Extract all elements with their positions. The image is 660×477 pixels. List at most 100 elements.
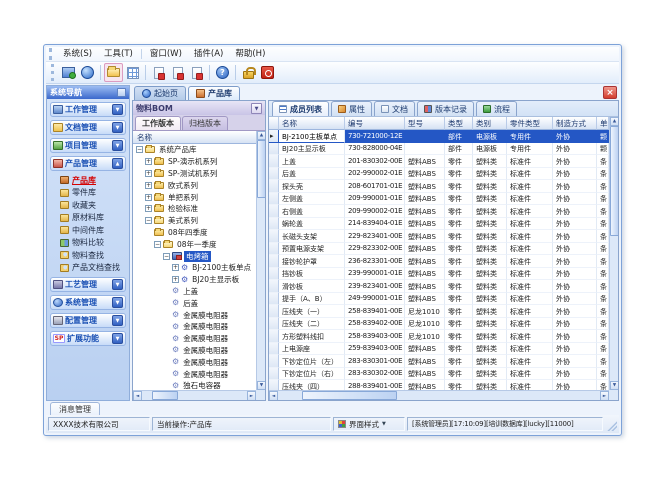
- table-row[interactable]: 压线夹（一）258-839401-00E尼龙1010零件塑料类标准件外协条: [269, 305, 609, 318]
- table-row[interactable]: 长磁头支架229-823401-00E塑料ABS零件塑料类标准件外协条: [269, 230, 609, 243]
- table-row[interactable]: 方形塑料线扣258-839403-00E尼龙1010零件塑料类标准件外协条: [269, 330, 609, 343]
- chevron-down-icon[interactable]: ▼: [112, 122, 123, 133]
- resize-grip[interactable]: [605, 417, 617, 431]
- expand-icon[interactable]: +: [145, 170, 152, 177]
- group-work-management[interactable]: 工作管理▼: [50, 102, 126, 117]
- table-row[interactable]: 后盖202-990002-01E塑料ABS零件塑料类标准件外协条: [269, 168, 609, 181]
- expand-icon[interactable]: +: [145, 182, 152, 189]
- sidebar-item-material-search[interactable]: 物料查找: [52, 249, 126, 262]
- column-header[interactable]: 编号: [345, 117, 405, 130]
- message-management-tab[interactable]: 消息管理: [50, 402, 100, 415]
- table-row[interactable]: 压线夹（四）288-839401-00E塑料ABS零件塑料类标准件外协条: [269, 380, 609, 390]
- menu-system[interactable]: 系统(S): [57, 47, 98, 61]
- menu-window[interactable]: 窗口(W): [144, 47, 188, 61]
- close-icon[interactable]: ×: [603, 86, 617, 99]
- sidebar-item-material-compare[interactable]: 物料比较: [52, 237, 126, 250]
- tree-item[interactable]: ⚙金属膜电阻器: [133, 333, 256, 345]
- chevron-down-icon[interactable]: ▼: [112, 279, 123, 290]
- group-config-management[interactable]: 配置管理▼: [50, 313, 126, 328]
- menu-plugins[interactable]: 插件(A): [188, 47, 229, 61]
- toolbar-grip[interactable]: [51, 64, 56, 81]
- menu-grip[interactable]: [49, 48, 54, 59]
- scroll-up-icon[interactable]: ▲: [257, 131, 265, 140]
- chevron-up-icon[interactable]: ▲: [112, 158, 123, 169]
- table-row[interactable]: 右侧盖209-990002-01E塑料ABS零件塑料类标准件外协条: [269, 205, 609, 218]
- scroll-left-icon[interactable]: ◄: [269, 391, 278, 401]
- tree-item[interactable]: ⚙金属膜电阻器: [133, 309, 256, 321]
- collapse-icon[interactable]: −: [154, 241, 161, 248]
- collapse-icon[interactable]: −: [145, 217, 152, 224]
- tree-item[interactable]: ⚙金属膜电阻器: [133, 345, 256, 357]
- table-row[interactable]: 压线夹（二）258-839402-00E尼龙1010零件塑料类标准件外协条: [269, 318, 609, 331]
- lock-icon-button[interactable]: [239, 63, 258, 82]
- table-row[interactable]: 下钞定位片（左）283-830301-00E塑料ABS零件塑料类标准件外协条: [269, 355, 609, 368]
- tab-archived-version[interactable]: 归档版本: [182, 116, 228, 130]
- tree-column-header[interactable]: 名称: [133, 131, 256, 144]
- tab-start-page[interactable]: 起始页: [134, 86, 186, 100]
- table-row[interactable]: 滑钞板239-823401-00E塑料ABS零件塑料类标准件外协条: [269, 280, 609, 293]
- group-document-management[interactable]: 文档管理▼: [50, 120, 126, 135]
- chevron-down-icon[interactable]: ▼: [112, 140, 123, 151]
- exit-icon-button[interactable]: [258, 63, 277, 82]
- globe-icon-button[interactable]: [78, 63, 97, 82]
- table-row[interactable]: 接钞轮护罩236-823301-00E塑料ABS零件塑料类标准件外协条: [269, 255, 609, 268]
- tree-item[interactable]: ⚙上盖: [133, 286, 256, 298]
- expand-icon[interactable]: +: [145, 205, 152, 212]
- folder-icon-button[interactable]: [104, 63, 123, 82]
- tree-item[interactable]: +检验标准: [133, 203, 256, 215]
- column-header[interactable]: 单位: [597, 117, 609, 130]
- group-system-management[interactable]: 系统管理▼: [50, 295, 126, 310]
- tree-item[interactable]: ⚙独石电容器: [133, 380, 256, 390]
- scroll-right-icon[interactable]: ►: [600, 391, 609, 401]
- tree-item[interactable]: ⚙金属膜电阻器: [133, 368, 256, 380]
- pin-icon[interactable]: ▼: [251, 103, 262, 114]
- scroll-down-icon[interactable]: ▼: [257, 381, 265, 390]
- tree-item[interactable]: +SP-演示机系列: [133, 156, 256, 168]
- tree-item[interactable]: −电烤箱: [133, 250, 256, 262]
- tree-item[interactable]: −系统产品库: [133, 144, 256, 156]
- menu-tools[interactable]: 工具(T): [98, 47, 139, 61]
- tree-item[interactable]: ⚙后盖: [133, 297, 256, 309]
- column-header[interactable]: 名称: [279, 117, 345, 130]
- table-row[interactable]: 左侧盖209-990001-01E塑料ABS零件塑料类标准件外协条: [269, 193, 609, 206]
- column-header[interactable]: 型号: [405, 117, 445, 130]
- scroll-up-icon[interactable]: ▲: [610, 117, 618, 126]
- sidebar-item-raw-material-library[interactable]: 原材料库: [52, 212, 126, 225]
- chevron-down-icon[interactable]: ▼: [112, 297, 123, 308]
- table-row[interactable]: 下钞定位片（右）283-830302-00E塑料ABS零件塑料类标准件外协条: [269, 368, 609, 381]
- refresh-doc-icon-button[interactable]: [187, 63, 206, 82]
- collapse-icon[interactable]: −: [163, 253, 170, 260]
- group-product-management[interactable]: 产品管理▲: [50, 156, 126, 171]
- tree-item[interactable]: +⚙BJ20主显示板: [133, 274, 256, 286]
- sidebar-item-intermediate-library[interactable]: 中间件库: [52, 224, 126, 237]
- help-icon-button[interactable]: ?: [213, 63, 232, 82]
- grid-horizontal-scrollbar[interactable]: ◄ ►: [269, 390, 609, 400]
- tree-item[interactable]: 08年四季度: [133, 227, 256, 239]
- tab-version-history[interactable]: 版本记录: [417, 101, 474, 116]
- navigator-menu-icon[interactable]: [117, 88, 126, 97]
- tree-item[interactable]: +SP-测试机系列: [133, 168, 256, 180]
- table-row[interactable]: 探头壳208-601701-01E塑料ABS零件塑料类标准件外协条: [269, 180, 609, 193]
- tree-item[interactable]: +单把系列: [133, 191, 256, 203]
- table-row[interactable]: 预置电源支架229-823302-00E塑料ABS零件塑料类标准件外协条: [269, 243, 609, 256]
- table-row[interactable]: ▸BJ-2100主板单点730-721000-12E部件电源板专用件外协颗: [269, 130, 609, 143]
- table-row[interactable]: 挡钞板239-990001-01E塑料ABS零件塑料类标准件外协条: [269, 268, 609, 281]
- scroll-left-icon[interactable]: ◄: [133, 391, 142, 401]
- group-extended-functions[interactable]: SP扩展功能▼: [50, 331, 126, 346]
- tree-item[interactable]: +⚙BJ-2100主板单点: [133, 262, 256, 274]
- grid-vertical-scrollbar[interactable]: ▲ ▼: [609, 117, 618, 390]
- close-doc-icon-button[interactable]: [149, 63, 168, 82]
- tree-item[interactable]: +欧式系列: [133, 179, 256, 191]
- column-header[interactable]: 零件类型: [507, 117, 553, 130]
- group-process-management[interactable]: 工艺管理▼: [50, 277, 126, 292]
- tab-product-library[interactable]: 产品库: [188, 86, 240, 100]
- collapse-icon[interactable]: −: [136, 146, 143, 153]
- tree-vscroll-thumb[interactable]: [257, 140, 265, 198]
- sidebar-item-favorites[interactable]: 收藏夹: [52, 199, 126, 212]
- tab-working-version[interactable]: 工作版本: [135, 116, 181, 130]
- tab-member-list[interactable]: 成员列表: [272, 101, 329, 116]
- column-header[interactable]: 类别: [473, 117, 507, 130]
- tab-documents[interactable]: 文档: [374, 101, 415, 116]
- tree-hscroll-thumb[interactable]: [152, 391, 178, 400]
- table-row[interactable]: 提手（A、B）249-990001-01E塑料ABS零件塑料类标准件外协条: [269, 293, 609, 306]
